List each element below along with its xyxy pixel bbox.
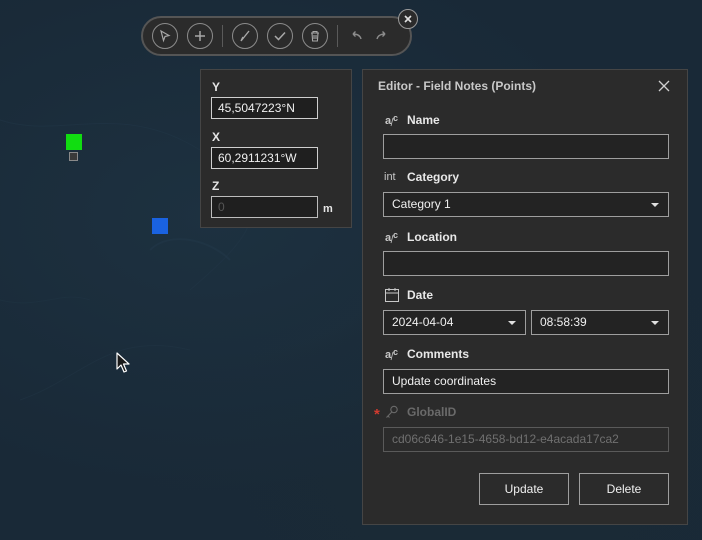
close-icon bbox=[404, 15, 412, 23]
delete-feature-button[interactable] bbox=[302, 23, 328, 49]
point-marker[interactable] bbox=[152, 218, 168, 234]
delete-button[interactable]: Delete bbox=[579, 473, 669, 505]
key-icon bbox=[386, 405, 398, 418]
select-tool-icon bbox=[160, 29, 171, 43]
close-icon[interactable] bbox=[657, 79, 671, 93]
category-field-label: int Category bbox=[384, 170, 459, 184]
coordinate-panel: Y 45,5047223°N X 60,2911231°W Z 0 m bbox=[200, 69, 352, 228]
confirm-icon bbox=[274, 31, 286, 41]
x-label: X bbox=[212, 130, 221, 144]
comments-input[interactable]: Update coordinates bbox=[383, 369, 669, 394]
time-value: 08:58:39 bbox=[540, 315, 587, 329]
z-label: Z bbox=[212, 179, 220, 193]
chevron-down-icon bbox=[508, 321, 516, 325]
integer-type-label: int bbox=[384, 171, 396, 183]
add-point-icon bbox=[195, 31, 205, 41]
close-toolbar-button[interactable] bbox=[398, 9, 418, 29]
x-coordinate-input[interactable]: 60,2911231°W bbox=[211, 147, 318, 169]
y-label: Y bbox=[212, 80, 221, 94]
location-label-text: Location bbox=[407, 230, 457, 244]
toolbar-divider bbox=[222, 25, 223, 47]
comments-field-label: a c Comments bbox=[384, 346, 469, 362]
undo-button[interactable] bbox=[347, 23, 365, 49]
location-field-label: a c Location bbox=[384, 229, 457, 245]
globalid-label-text: GlobalID bbox=[407, 405, 457, 419]
undo-icon bbox=[352, 31, 362, 40]
mouse-cursor-icon bbox=[116, 352, 130, 373]
reshape-button[interactable] bbox=[232, 23, 258, 49]
editor-title: Editor - Field Notes (Points) bbox=[378, 79, 536, 93]
confirm-button[interactable] bbox=[267, 23, 293, 49]
globalid-field-label: GlobalID bbox=[384, 404, 456, 420]
svg-text:c: c bbox=[393, 113, 398, 123]
location-input[interactable] bbox=[383, 251, 669, 276]
vertex-handle[interactable] bbox=[69, 152, 78, 161]
time-picker[interactable]: 08:58:39 bbox=[531, 310, 669, 335]
chevron-down-icon bbox=[651, 321, 659, 325]
editor-panel: Editor - Field Notes (Points) a c Name i… bbox=[362, 69, 688, 525]
text-field-icon: a c bbox=[385, 230, 398, 244]
date-label-text: Date bbox=[407, 288, 434, 302]
redo-button[interactable] bbox=[373, 23, 391, 49]
z-coordinate-input[interactable]: 0 bbox=[211, 196, 318, 218]
calendar-icon bbox=[385, 288, 399, 302]
date-picker[interactable]: 2024-04-04 bbox=[383, 310, 526, 335]
globalid-input: cd06c646-1e15-4658-bd12-e4acada17ca2 bbox=[383, 427, 669, 452]
update-button[interactable]: Update bbox=[479, 473, 569, 505]
svg-text:c: c bbox=[393, 347, 398, 357]
comments-label-text: Comments bbox=[407, 347, 470, 361]
name-label-text: Name bbox=[407, 113, 440, 127]
add-point-button[interactable] bbox=[187, 23, 213, 49]
name-field-label: a c Name bbox=[384, 112, 440, 128]
text-field-icon: a c bbox=[385, 347, 398, 361]
svg-text:c: c bbox=[393, 230, 398, 240]
selected-point-marker[interactable] bbox=[66, 134, 82, 150]
delete-icon bbox=[311, 30, 319, 42]
select-tool-button[interactable] bbox=[152, 23, 178, 49]
edit-toolbar bbox=[141, 16, 412, 56]
required-indicator: * bbox=[374, 406, 380, 423]
name-input[interactable] bbox=[383, 134, 669, 159]
chevron-down-icon bbox=[651, 203, 659, 207]
redo-icon bbox=[376, 31, 386, 40]
reshape-icon bbox=[240, 30, 250, 42]
y-coordinate-input[interactable]: 45,5047223°N bbox=[211, 97, 318, 119]
date-value: 2024-04-04 bbox=[392, 315, 454, 329]
text-field-icon: a c bbox=[385, 113, 398, 127]
z-unit-label: m bbox=[323, 203, 333, 215]
toolbar-divider bbox=[337, 25, 338, 47]
date-field-label: Date bbox=[384, 287, 433, 303]
category-label-text: Category bbox=[407, 170, 460, 184]
category-selected-value: Category 1 bbox=[392, 197, 451, 211]
category-select[interactable]: Category 1 bbox=[383, 192, 669, 217]
